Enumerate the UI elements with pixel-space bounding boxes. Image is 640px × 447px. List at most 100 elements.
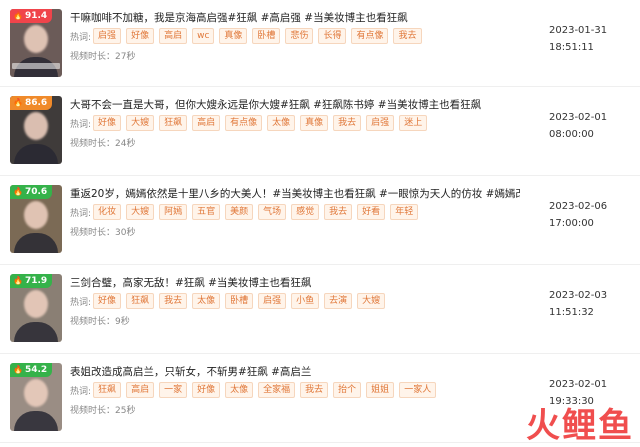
hot-word-tag[interactable]: 我去: [393, 28, 422, 44]
hot-words-label: 热词:: [70, 32, 92, 43]
hot-word-tag[interactable]: 好像: [93, 115, 122, 131]
publish-time: 11:51:32: [549, 307, 594, 318]
hot-word-tag[interactable]: 好像: [126, 28, 155, 44]
hot-score-badge: 🔥 70.6: [10, 185, 53, 199]
video-duration: 视频时长：9秒: [70, 317, 130, 327]
video-row-5[interactable]: 🔥 54.2 表姐改造成高启兰，只斩女，不斩男#狂飙 #高启兰 热词: 狂飙 高…: [0, 354, 640, 443]
publish-time: 18:51:11: [549, 42, 594, 53]
publish-date: 2023-01-31: [549, 25, 608, 36]
hot-word-tag[interactable]: 卧槽: [252, 28, 281, 44]
publish-datetime: 2023-02-01 19:33:30: [549, 376, 607, 410]
video-row-1[interactable]: 🔥 91.4 干嘛咖啡不加糖，我是京海高启强#狂飙 #高启强 #当美妆博主也看狂…: [0, 0, 640, 87]
hot-word-tag[interactable]: 小鱼: [291, 293, 320, 309]
hot-word-tag[interactable]: 全家福: [258, 382, 296, 398]
hot-word-tag[interactable]: 姐姐: [366, 382, 395, 398]
hot-word-tag[interactable]: 大嫂: [357, 293, 386, 309]
hot-word-tag[interactable]: 感觉: [291, 204, 320, 220]
flame-icon: 🔥: [13, 98, 23, 107]
video-thumbnail[interactable]: 🔥 71.9: [10, 274, 62, 342]
hot-word-tag[interactable]: 大嫂: [126, 204, 155, 220]
hot-word-tag[interactable]: 卧槽: [225, 293, 254, 309]
video-title[interactable]: 大哥不会一直是大哥，但你大嫂永远是你大嫂#狂飙 #狂飙陈书婷 #当美妆博主也看狂…: [70, 97, 520, 112]
flame-icon: 🔥: [13, 11, 23, 20]
hot-word-tag[interactable]: 真像: [300, 115, 329, 131]
video-thumbnail[interactable]: 🔥 70.6: [10, 185, 62, 253]
publish-datetime: 2023-02-01 08:00:00: [549, 109, 607, 143]
hot-word-tag[interactable]: 大嫂: [126, 115, 155, 131]
video-title[interactable]: 重返20岁，嫣嫣依然是十里八乡的大美人！#当美妆博主也看狂飙 #一眼惊为天人的仿…: [70, 186, 520, 201]
video-duration: 视频时长：27秒: [70, 52, 136, 62]
video-thumbnail[interactable]: 🔥 91.4: [10, 9, 62, 77]
video-row-4[interactable]: 🔥 71.9 三剑合璧，高家无敌！#狂飙 #当美妆博主也看狂飙 热词: 好像 狂…: [0, 265, 640, 354]
hot-words: 热词: 好像 大嫂 狂飙 高启 有点像 太像 真像 我去 启强 迷上: [70, 115, 540, 131]
publish-time: 19:33:30: [549, 396, 594, 407]
hot-words: 热词: 启强 好像 高启 wc 真像 卧槽 悲伤 长得 有点像 我去: [70, 28, 540, 44]
hot-word-tag[interactable]: 年轻: [390, 204, 419, 220]
hot-word-tag[interactable]: 太像: [225, 382, 254, 398]
publish-date: 2023-02-01: [549, 379, 608, 390]
flame-icon: 🔥: [13, 276, 23, 285]
hot-words-label: 热词:: [70, 297, 92, 308]
hot-word-tag[interactable]: 我去: [333, 115, 362, 131]
hot-word-tag[interactable]: 高启: [159, 28, 188, 44]
hot-words: 热词: 狂飙 高启 一家 好像 太像 全家福 我去 抬个 姐姐 一家人: [70, 382, 540, 398]
publish-date: 2023-02-06: [549, 201, 608, 212]
hot-word-tag[interactable]: 好像: [192, 382, 221, 398]
hot-word-tag[interactable]: 狂飙: [93, 382, 122, 398]
hot-words-label: 热词:: [70, 119, 92, 130]
publish-date: 2023-02-03: [549, 290, 608, 301]
video-row-2[interactable]: 🔥 86.6 大哥不会一直是大哥，但你大嫂永远是你大嫂#狂飙 #狂飙陈书婷 #当…: [0, 87, 640, 176]
hot-word-tag[interactable]: 阿嫣: [159, 204, 188, 220]
hot-word-tag[interactable]: 五官: [192, 204, 221, 220]
flame-icon: 🔥: [13, 187, 23, 196]
hot-word-tag[interactable]: 太像: [192, 293, 221, 309]
hot-word-tag[interactable]: 狂飙: [126, 293, 155, 309]
hot-word-tag[interactable]: 启强: [258, 293, 287, 309]
hot-word-tag[interactable]: wc: [192, 28, 215, 44]
video-duration: 视频时长：24秒: [70, 139, 136, 149]
publish-datetime: 2023-02-06 17:00:00: [549, 198, 607, 232]
hot-score-badge: 🔥 71.9: [10, 274, 53, 288]
hot-word-tag[interactable]: 启强: [366, 115, 395, 131]
hot-word-tag[interactable]: 美颜: [225, 204, 254, 220]
flame-icon: 🔥: [13, 365, 23, 374]
hot-word-tag[interactable]: 一家: [159, 382, 188, 398]
publish-date: 2023-02-01: [549, 112, 608, 123]
hot-word-tag[interactable]: 真像: [219, 28, 248, 44]
video-duration: 视频时长：25秒: [70, 406, 136, 416]
hot-word-tag[interactable]: 长得: [318, 28, 347, 44]
hot-word-tag[interactable]: 高启: [192, 115, 221, 131]
hot-word-tag[interactable]: 启强: [93, 28, 122, 44]
hot-word-tag[interactable]: 狂飙: [159, 115, 188, 131]
hot-word-tag[interactable]: 化妆: [93, 204, 122, 220]
hot-word-tag[interactable]: 抬个: [333, 382, 362, 398]
hot-score-badge: 🔥 91.4: [10, 9, 53, 23]
hot-word-tag[interactable]: 悲伤: [285, 28, 314, 44]
hot-word-tag[interactable]: 一家人: [399, 382, 437, 398]
video-title[interactable]: 三剑合璧，高家无敌！#狂飙 #当美妆博主也看狂飙: [70, 275, 520, 290]
video-title[interactable]: 表姐改造成高启兰，只斩女，不斩男#狂飙 #高启兰: [70, 364, 520, 379]
publish-datetime: 2023-02-03 11:51:32: [549, 287, 607, 321]
hot-word-tag[interactable]: 好看: [357, 204, 386, 220]
hot-word-tag[interactable]: 高启: [126, 382, 155, 398]
hot-words: 热词: 化妆 大嫂 阿嫣 五官 美颜 气场 感觉 我去 好看 年轻: [70, 204, 540, 220]
hot-word-tag[interactable]: 好像: [93, 293, 122, 309]
hot-score-badge: 🔥 54.2: [10, 363, 53, 377]
publish-time: 08:00:00: [549, 129, 594, 140]
hot-word-tag[interactable]: 气场: [258, 204, 287, 220]
hot-word-tag[interactable]: 太像: [267, 115, 296, 131]
hot-word-tag[interactable]: 去演: [324, 293, 353, 309]
video-thumbnail[interactable]: 🔥 86.6: [10, 96, 62, 164]
hot-word-tag[interactable]: 我去: [159, 293, 188, 309]
video-duration: 视频时长：30秒: [70, 228, 136, 238]
video-thumbnail[interactable]: 🔥 54.2: [10, 363, 62, 431]
hot-word-tag[interactable]: 迷上: [399, 115, 428, 131]
hot-word-tag[interactable]: 我去: [324, 204, 353, 220]
video-row-3[interactable]: 🔥 70.6 重返20岁，嫣嫣依然是十里八乡的大美人！#当美妆博主也看狂飙 #一…: [0, 176, 640, 265]
publish-time: 17:00:00: [549, 218, 594, 229]
hot-words-label: 热词:: [70, 208, 92, 219]
hot-word-tag[interactable]: 我去: [300, 382, 329, 398]
hot-word-tag[interactable]: 有点像: [351, 28, 389, 44]
video-title[interactable]: 干嘛咖啡不加糖，我是京海高启强#狂飙 #高启强 #当美妆博主也看狂飙: [70, 10, 520, 25]
hot-word-tag[interactable]: 有点像: [225, 115, 263, 131]
